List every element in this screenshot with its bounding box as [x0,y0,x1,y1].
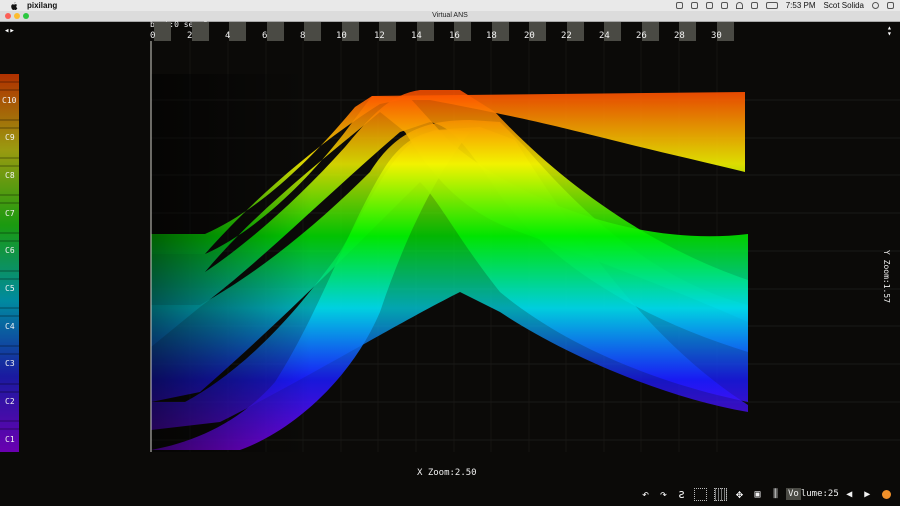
tick-label: 20 [524,31,535,41]
octave-label: C8 [5,171,15,180]
save-icon[interactable]: ▣ [750,487,765,502]
octave-label: C3 [5,359,15,368]
tick-label: 16 [449,31,460,41]
list-icon[interactable] [887,2,894,9]
tick-label: 6 [262,31,268,41]
menubar-user[interactable]: Scot Solida [824,1,864,10]
y-zoom-readout[interactable]: Y Zoom:1.57 [882,250,891,303]
spectrogram-canvas[interactable] [0,22,900,506]
play-forward-icon[interactable]: ▶ [860,487,875,502]
grid-select-icon[interactable] [714,487,727,501]
octave-label: C7 [5,209,15,218]
tick-label: 0 [150,31,156,41]
spectral-sweeps [151,74,748,452]
tick-label: 26 [636,31,647,41]
octave-label: C5 [5,284,15,293]
play-back-icon[interactable]: ◀ [842,487,857,502]
window-title-bar: Virtual ANS [0,11,900,22]
move-icon[interactable]: ✥ [732,487,747,502]
select-icon[interactable] [694,487,707,501]
volume-label: lume:25 [800,489,839,499]
octave-label: C2 [5,397,15,406]
tick-label: 18 [486,31,497,41]
media-icon[interactable] [705,2,713,9]
redo-icon[interactable]: ↷ [656,487,671,502]
ans-app: ◂▸ ▴ ▾ beat:0 sec:0 0 2 4 6 8 10 12 14 16… [0,20,900,506]
octave-label: C10 [2,96,17,105]
tick-label: 10 [336,31,347,41]
app-menu-name[interactable]: pixilang [27,1,57,10]
sync-icon[interactable] [720,2,728,9]
left-right-arrows-icon[interactable]: ◂▸ [4,26,15,36]
octave-label: C9 [5,133,15,142]
up-down-arrows-icon[interactable]: ▴ ▾ [887,24,892,38]
tick-label: 12 [374,31,385,41]
menubar-clock[interactable]: 7:53 PM [786,1,816,10]
apple-icon[interactable] [9,1,19,11]
mixer-icon[interactable]: ⫼ [768,487,783,502]
window-title: Virtual ANS [432,12,468,19]
battery-icon[interactable] [765,2,778,9]
tick-label: 2 [187,31,193,41]
octave-label: C4 [5,322,15,331]
tick-label: 24 [599,31,610,41]
octave-label: C6 [5,246,15,255]
tick-label: 22 [561,31,572,41]
volume-prefix: Vo [786,488,801,500]
grid-icon[interactable] [675,2,683,9]
record-icon[interactable] [881,489,891,499]
x-zoom-readout[interactable]: X Zoom:2.50 [417,468,477,478]
volume-control[interactable]: Vo lume:25 [786,488,839,500]
wifi-icon[interactable] [735,2,743,9]
bottom-toolbar: ↶ ↷ ƨ ✥ ▣ ⫼ Vo lume:25 ◀ ▶ [638,485,891,503]
tick-label: 28 [674,31,685,41]
tick-label: 14 [411,31,422,41]
undo-icon[interactable]: ↶ [638,487,653,502]
tick-label: 4 [225,31,231,41]
volume-icon[interactable] [750,2,758,9]
tick-label: 8 [300,31,306,41]
octave-label: C1 [5,435,15,444]
brush-icon[interactable]: ƨ [674,487,689,502]
tick-label: 30 [711,31,722,41]
search-icon[interactable] [872,2,879,9]
status-area: 7:53 PM Scot Solida [675,0,894,11]
octave-labels: C10 C9 C8 C7 C6 C5 C4 C3 C2 C1 [0,74,19,452]
time-ruler[interactable]: 0 2 4 6 8 10 12 14 16 18 20 22 24 26 28 … [148,22,734,41]
dropbox-icon[interactable] [690,2,698,9]
